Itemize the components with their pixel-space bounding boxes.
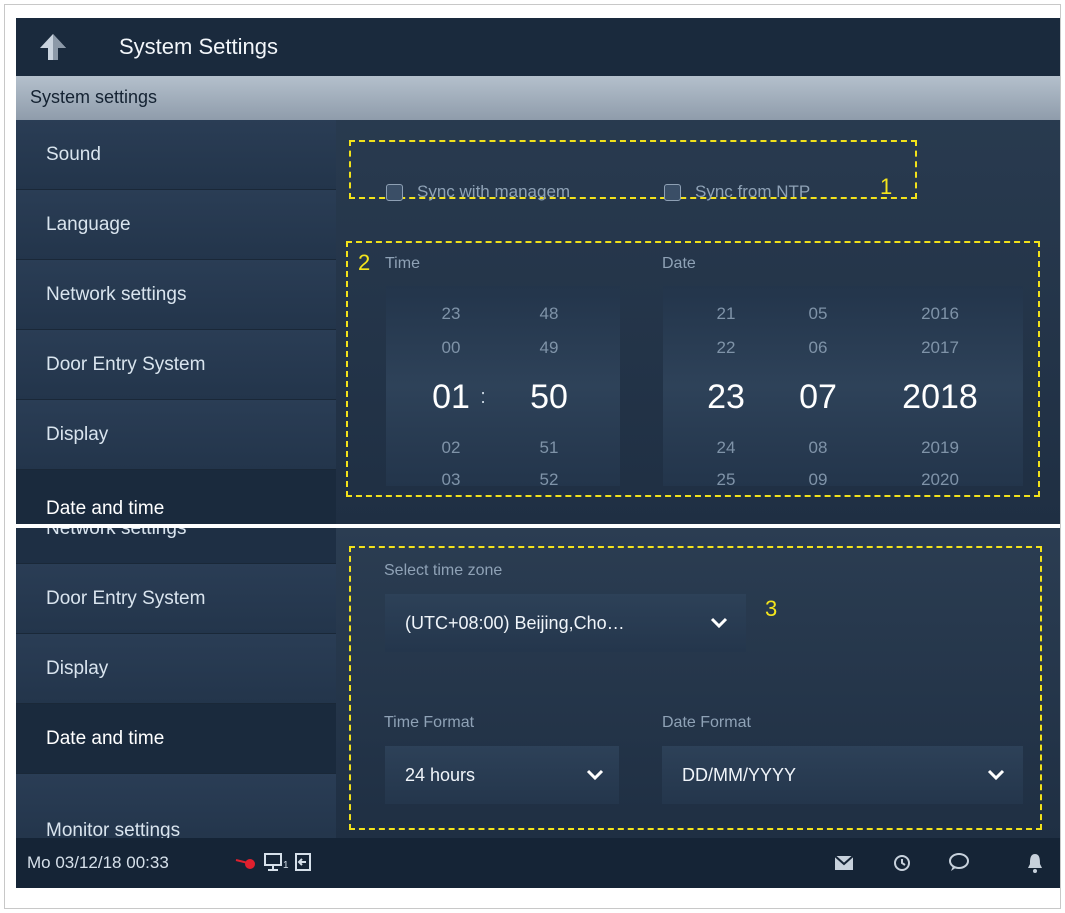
- recording-indicator-icon: [235, 859, 255, 869]
- chevron-down-icon: [710, 617, 728, 629]
- sidebar-item-network-settings[interactable]: Network settings: [16, 528, 336, 564]
- minute-option[interactable]: 48: [509, 304, 589, 324]
- page-title: System Settings: [119, 34, 278, 59]
- sidebar-item-sound[interactable]: Sound: [16, 120, 336, 190]
- sidebar-item-label: Door Entry System: [46, 354, 206, 375]
- mail-icon[interactable]: [834, 855, 854, 871]
- month-option[interactable]: 09: [778, 470, 858, 490]
- day-option[interactable]: 21: [686, 304, 766, 324]
- sidebar-item-language[interactable]: Language: [16, 190, 336, 260]
- status-bar: Mo 03/12/18 00:33 1: [16, 838, 1060, 888]
- monitor-index: 1: [283, 860, 289, 871]
- title-bar: System Settings: [16, 18, 1060, 76]
- date-label: Date: [662, 255, 696, 272]
- date-format-value: DD/MM/YYYY: [682, 765, 797, 785]
- settings-panel-bottom: Network settings Door Entry System Displ…: [16, 528, 1060, 838]
- sidebar: Network settings Door Entry System Displ…: [16, 528, 336, 838]
- date-picker[interactable]: 21 22 23 24 25 05 06 07 08 09 2016 2017 …: [663, 286, 1023, 489]
- time-separator: :: [480, 386, 486, 408]
- time-picker[interactable]: 23 00 01 02 03 : 48 49 50 51 52: [386, 286, 620, 489]
- hour-option[interactable]: 23: [411, 304, 491, 324]
- section-header: System settings: [16, 76, 1060, 120]
- bell-icon[interactable]: [1026, 852, 1044, 874]
- month-selected[interactable]: 07: [778, 378, 858, 417]
- sidebar-item-label: Monitor settings: [46, 820, 181, 838]
- hour-option[interactable]: 03: [411, 470, 491, 490]
- minute-option[interactable]: 51: [509, 438, 589, 458]
- hour-option[interactable]: 00: [411, 338, 491, 358]
- sync-management-label: Sync with managem: [417, 182, 571, 201]
- date-format-select[interactable]: DD/MM/YYYY: [662, 746, 1023, 804]
- sync-ntp-checkbox[interactable]: [664, 184, 681, 201]
- sidebar-item-label: Date and time: [46, 498, 165, 519]
- annotation-number-1: 1: [880, 174, 893, 199]
- chevron-down-icon: [987, 769, 1005, 781]
- annotation-number-3: 3: [765, 596, 778, 621]
- year-selected[interactable]: 2018: [885, 378, 995, 417]
- year-option[interactable]: 2016: [885, 304, 995, 324]
- timezone-value: (UTC+08:00) Beijing,Cho…: [405, 613, 625, 633]
- day-option[interactable]: 22: [686, 338, 766, 358]
- annotation-number-2: 2: [358, 250, 371, 275]
- year-option[interactable]: 2019: [885, 438, 995, 458]
- sidebar-item-door-entry-system[interactable]: Door Entry System: [16, 330, 336, 400]
- minute-option[interactable]: 49: [509, 338, 589, 358]
- time-format-select[interactable]: 24 hours: [385, 746, 619, 804]
- section-header-label: System settings: [30, 87, 158, 107]
- date-time-content: Sync with managem Sync from NTP 1 2 Time…: [336, 120, 1060, 524]
- sidebar-item-display[interactable]: Display: [16, 400, 336, 470]
- sidebar-item-label: Sound: [46, 144, 101, 165]
- sidebar-item-date-and-time[interactable]: Date and time: [16, 470, 336, 524]
- minute-option[interactable]: 52: [509, 470, 589, 490]
- sidebar-item-label: Language: [46, 214, 131, 235]
- sidebar-item-monitor-settings[interactable]: Monitor settings: [16, 774, 336, 838]
- day-selected[interactable]: 23: [686, 378, 766, 417]
- date-time-content: Select time zone (UTC+08:00) Beijing,Cho…: [336, 528, 1060, 838]
- door-exit-icon: [295, 853, 311, 871]
- sidebar-item-label: Door Entry System: [46, 588, 206, 609]
- back-arrow-icon[interactable]: [38, 32, 68, 62]
- sidebar-item-label: Date and time: [46, 728, 165, 749]
- sidebar-item-network-settings[interactable]: Network settings: [16, 260, 336, 330]
- status-datetime: Mo 03/12/18 00:33: [27, 853, 169, 872]
- sidebar-item-display[interactable]: Display: [16, 634, 336, 704]
- history-icon[interactable]: [892, 853, 912, 873]
- month-option[interactable]: 05: [778, 304, 858, 324]
- chevron-down-icon: [586, 769, 604, 781]
- message-icon[interactable]: [948, 852, 970, 872]
- sidebar-item-label: Network settings: [46, 528, 187, 539]
- sync-ntp-label: Sync from NTP: [695, 182, 811, 201]
- day-option[interactable]: 24: [686, 438, 766, 458]
- sidebar-item-label: Display: [46, 424, 109, 445]
- timezone-label: Select time zone: [384, 562, 503, 579]
- sidebar-item-door-entry-system[interactable]: Door Entry System: [16, 564, 336, 634]
- time-format-label: Time Format: [384, 714, 475, 731]
- month-option[interactable]: 08: [778, 438, 858, 458]
- month-option[interactable]: 06: [778, 338, 858, 358]
- sidebar-item-date-and-time[interactable]: Date and time: [16, 704, 336, 774]
- sidebar-item-label: Network settings: [46, 284, 187, 305]
- minute-selected[interactable]: 50: [509, 378, 589, 417]
- day-option[interactable]: 25: [686, 470, 766, 490]
- hour-option[interactable]: 02: [411, 438, 491, 458]
- sync-management-checkbox[interactable]: [386, 184, 403, 201]
- time-format-value: 24 hours: [405, 765, 476, 785]
- date-format-label: Date Format: [662, 714, 751, 731]
- time-label: Time: [385, 255, 420, 272]
- sidebar-item-label: Display: [46, 658, 109, 679]
- monitor-icon: [264, 853, 282, 871]
- sidebar: Sound Language Network settings Door Ent…: [16, 120, 336, 524]
- year-option[interactable]: 2020: [885, 470, 995, 490]
- settings-panel-top: System Settings System settings Sound La…: [16, 18, 1060, 524]
- year-option[interactable]: 2017: [885, 338, 995, 358]
- timezone-select[interactable]: (UTC+08:00) Beijing,Cho…: [385, 594, 746, 652]
